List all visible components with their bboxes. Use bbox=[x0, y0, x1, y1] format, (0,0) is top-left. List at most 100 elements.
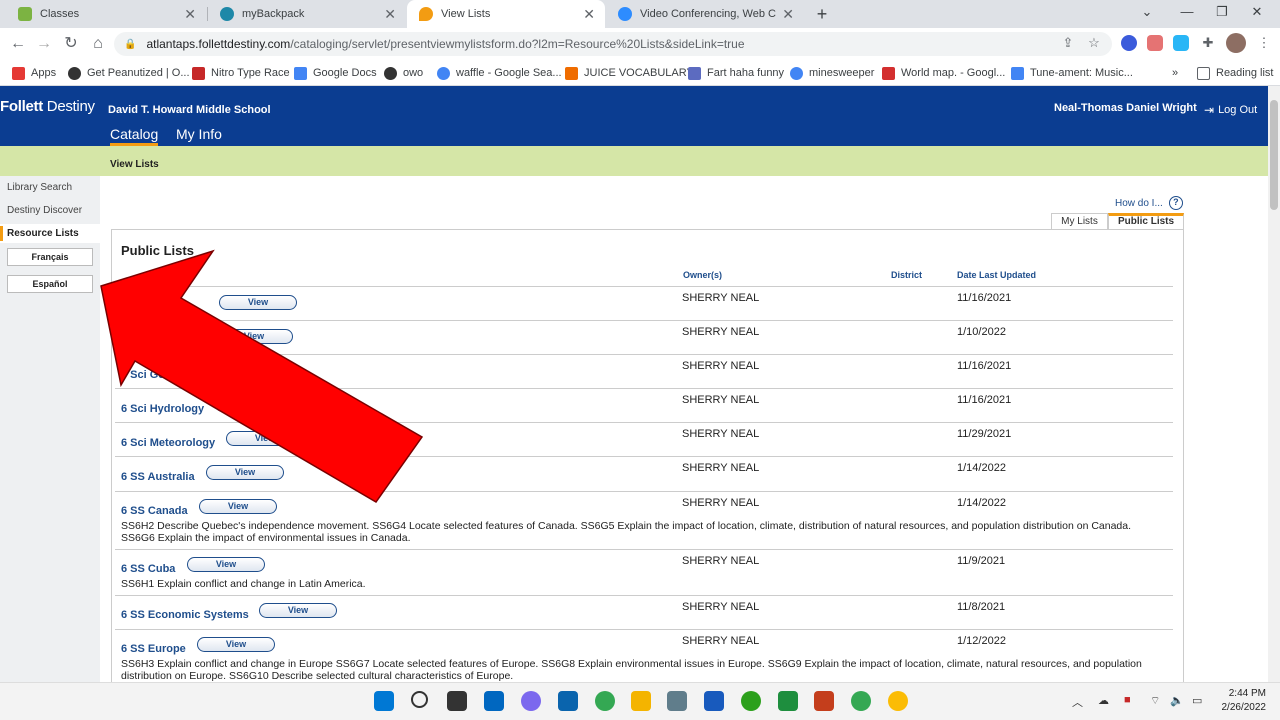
how-do-i-link[interactable]: How do I...? bbox=[1115, 196, 1183, 210]
breadcrumb[interactable]: View Lists bbox=[110, 159, 159, 170]
bookmark-item[interactable]: Google Docs bbox=[294, 64, 377, 82]
globe-icon bbox=[384, 66, 397, 80]
language-espanol-button[interactable]: Español bbox=[7, 275, 93, 293]
tab-mybackpack[interactable]: myBackpack ✕ bbox=[208, 0, 406, 28]
list-name-link[interactable]: 6 Sci Geology bbox=[121, 369, 194, 381]
table-row: 6 SS Cuba View SHERRY NEAL 11/9/2021 SS6H1 E… bbox=[115, 549, 1173, 595]
scrollbar-thumb[interactable] bbox=[1270, 100, 1278, 210]
minimize-icon[interactable]: — bbox=[1172, 4, 1202, 19]
list-name-link[interactable]: 6 SS Europe bbox=[121, 643, 186, 655]
nav-my-info[interactable]: My Info bbox=[176, 126, 222, 142]
nav-catalog[interactable]: Catalog bbox=[110, 126, 159, 146]
list-name-link[interactable]: 6 Sci Meteorology bbox=[121, 437, 215, 449]
powerpoint-icon[interactable] bbox=[814, 691, 834, 711]
system-clock[interactable]: 2:44 PM 2/26/2022 bbox=[1214, 687, 1267, 715]
close-icon[interactable]: ✕ bbox=[782, 6, 794, 23]
list-name-link[interactable]: 6 SS Cuba bbox=[121, 563, 175, 575]
search-icon[interactable] bbox=[411, 691, 428, 708]
app-icon[interactable] bbox=[778, 691, 798, 711]
close-icon[interactable]: ✕ bbox=[384, 6, 396, 23]
tab-public-lists[interactable]: Public Lists bbox=[1108, 213, 1184, 230]
task-view-icon[interactable] bbox=[447, 691, 467, 711]
onedrive-icon[interactable]: ☁ bbox=[1098, 694, 1109, 707]
reading-list-button[interactable]: Reading list bbox=[1197, 64, 1273, 82]
more-bookmarks-icon[interactable]: » bbox=[1172, 64, 1178, 82]
tray-overflow-icon[interactable]: ︿ bbox=[1072, 694, 1083, 710]
sidebar-item-resource-lists[interactable]: Resource Lists bbox=[7, 228, 79, 239]
file-explorer-icon[interactable] bbox=[631, 691, 651, 711]
tab-my-lists[interactable]: My Lists bbox=[1051, 213, 1108, 230]
bookmark-item[interactable]: Get Peanutized | O... bbox=[68, 64, 190, 82]
bookmark-apps[interactable]: Apps bbox=[12, 64, 56, 82]
tab-classes[interactable]: Classes ✕ bbox=[6, 0, 206, 28]
list-name-link[interactable]: 6 SS Canada bbox=[121, 505, 188, 517]
language-francais-button[interactable]: Français bbox=[7, 248, 93, 266]
bookmark-item[interactable]: waffle - Google Sea... bbox=[437, 64, 562, 82]
list-name-link[interactable]: 6 SS Economic Systems bbox=[121, 609, 249, 621]
view-button[interactable]: View bbox=[259, 603, 337, 618]
forward-icon[interactable]: → bbox=[33, 33, 55, 55]
view-button[interactable]: View bbox=[226, 431, 304, 446]
view-button[interactable]: View bbox=[187, 557, 265, 572]
tab-search-icon[interactable]: ⌄ bbox=[1132, 4, 1162, 20]
close-window-icon[interactable]: ✕ bbox=[1242, 4, 1272, 20]
logout-link[interactable]: ⇥ Log Out bbox=[1204, 103, 1257, 117]
bookmark-item[interactable]: Nitro Type Race bbox=[192, 64, 290, 82]
view-button[interactable]: View bbox=[215, 397, 293, 412]
tab-zoom[interactable]: Video Conferencing, Web Confer ✕ bbox=[606, 0, 804, 28]
bookmark-star-icon[interactable]: ☆ bbox=[1084, 33, 1104, 53]
quickbooks-icon[interactable] bbox=[741, 691, 761, 711]
word-icon[interactable] bbox=[704, 691, 724, 711]
address-bar[interactable]: 🔒 atlantaps.follettdestiny.com/catalogin… bbox=[114, 32, 1112, 56]
back-icon[interactable]: ← bbox=[7, 33, 29, 55]
bookmark-item[interactable]: Fart haha funny bbox=[688, 64, 784, 82]
tray-app-icon[interactable]: ■ bbox=[1124, 694, 1131, 706]
sidebar-item-library-search[interactable]: Library Search bbox=[7, 182, 72, 193]
volume-icon[interactable]: 🔈 bbox=[1170, 694, 1184, 707]
menu-icon[interactable]: ⋮ bbox=[1254, 33, 1274, 53]
maximize-icon[interactable]: ❐ bbox=[1207, 4, 1237, 20]
wifi-icon[interactable]: ⌔ bbox=[1150, 694, 1160, 708]
view-button[interactable]: View bbox=[199, 499, 277, 514]
tab-view-lists[interactable]: View Lists ✕ bbox=[407, 0, 605, 28]
profile-avatar[interactable] bbox=[1226, 33, 1246, 53]
help-icon[interactable]: ? bbox=[1168, 196, 1183, 210]
chrome-active-icon[interactable] bbox=[888, 691, 908, 711]
close-icon[interactable]: ✕ bbox=[583, 6, 595, 23]
follett-destiny-logo[interactable]: Follett Destiny bbox=[0, 98, 95, 115]
bookmark-item[interactable]: World map. - Googl... bbox=[882, 64, 1005, 82]
close-icon[interactable]: ✕ bbox=[184, 6, 196, 23]
extension-icon[interactable] bbox=[1173, 35, 1189, 51]
bookmark-item[interactable]: owo bbox=[384, 64, 423, 82]
extension-icon[interactable] bbox=[1121, 35, 1137, 51]
widgets-icon[interactable] bbox=[484, 691, 504, 711]
bookmark-item[interactable]: JUICE VOCABULARY bbox=[565, 64, 694, 82]
reload-icon[interactable]: ↻ bbox=[60, 33, 82, 55]
puzzle-icon[interactable]: ✚ bbox=[1198, 33, 1218, 53]
bookmark-item[interactable]: Tune-ament: Music... bbox=[1011, 64, 1133, 82]
windows-start-icon[interactable] bbox=[374, 691, 394, 711]
calculator-icon[interactable] bbox=[667, 691, 687, 711]
battery-icon[interactable]: ▭ bbox=[1192, 694, 1202, 707]
new-tab-icon[interactable]: + bbox=[812, 4, 832, 25]
chrome-profile-icon[interactable] bbox=[851, 691, 871, 711]
home-icon[interactable]: ⌂ bbox=[87, 33, 109, 55]
sidebar-item-destiny-discover[interactable]: Destiny Discover bbox=[7, 205, 82, 216]
view-button[interactable]: View bbox=[197, 363, 275, 378]
lock-icon[interactable]: 🔒 bbox=[124, 39, 136, 50]
view-button[interactable]: View bbox=[206, 465, 284, 480]
view-button[interactable]: View bbox=[197, 637, 275, 652]
extension-icon[interactable] bbox=[1147, 35, 1163, 51]
logout-label: Log Out bbox=[1218, 104, 1258, 116]
share-icon[interactable]: ⇪ bbox=[1058, 33, 1078, 53]
page-scrollbar[interactable] bbox=[1268, 86, 1280, 682]
view-button[interactable]: View bbox=[215, 329, 293, 344]
bookmark-item[interactable]: minesweeper bbox=[790, 64, 874, 82]
vocabulary-icon bbox=[565, 66, 578, 80]
outlook-icon[interactable] bbox=[558, 691, 578, 711]
teams-chat-icon[interactable] bbox=[521, 691, 541, 711]
list-name-link[interactable]: 6 SS Australia bbox=[121, 471, 195, 483]
view-button[interactable]: View bbox=[219, 295, 297, 310]
list-name-link[interactable]: 6 Sci Hydrology bbox=[121, 403, 204, 415]
chrome-icon[interactable] bbox=[595, 691, 615, 711]
